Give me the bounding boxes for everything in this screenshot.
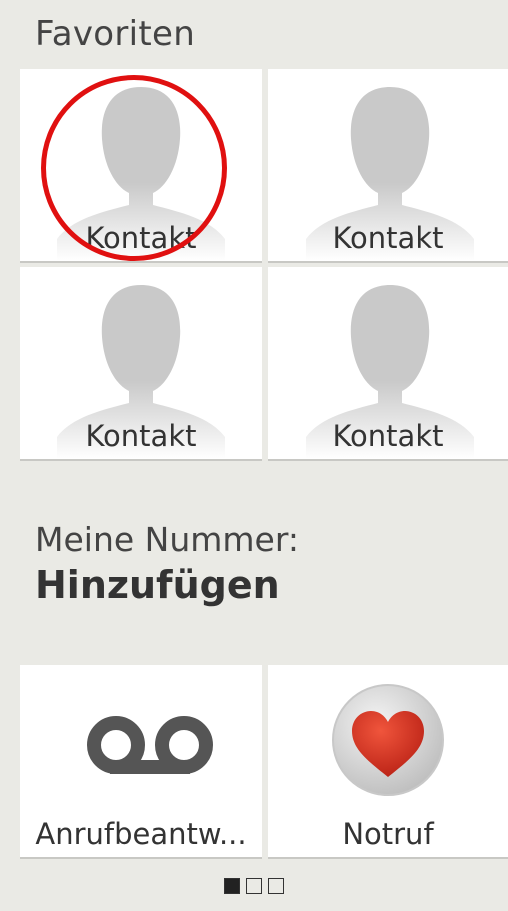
favorite-contact-1[interactable]: Kontakt: [20, 69, 262, 261]
favorite-contact-label: Kontakt: [85, 221, 197, 255]
emergency-call-button[interactable]: Notruf: [268, 665, 508, 857]
favorite-contact-label: Kontakt: [85, 419, 197, 453]
page-dot-2[interactable]: [246, 878, 262, 894]
voicemail-button[interactable]: Anrufbeantw...: [20, 665, 262, 857]
favorite-contact-2[interactable]: Kontakt: [268, 69, 508, 261]
my-number-label: Meine Nummer:: [35, 520, 299, 559]
favorite-contact-label: Kontakt: [332, 221, 444, 255]
favorite-contact-label: Kontakt: [332, 419, 444, 453]
voicemail-label: Anrufbeantw...: [35, 817, 247, 851]
section-title-favoriten: Favoriten: [35, 14, 196, 54]
page-dot-3[interactable]: [268, 878, 284, 894]
page-dot-1[interactable]: [224, 878, 240, 894]
heart-icon: [332, 684, 444, 796]
voicemail-icon: [87, 716, 213, 774]
favorite-contact-4[interactable]: Kontakt: [268, 267, 508, 459]
favorite-contact-3[interactable]: Kontakt: [20, 267, 262, 459]
emergency-call-label: Notruf: [342, 817, 434, 851]
page-indicator: [0, 878, 508, 894]
my-number-add-button[interactable]: Hinzufügen: [35, 563, 280, 607]
